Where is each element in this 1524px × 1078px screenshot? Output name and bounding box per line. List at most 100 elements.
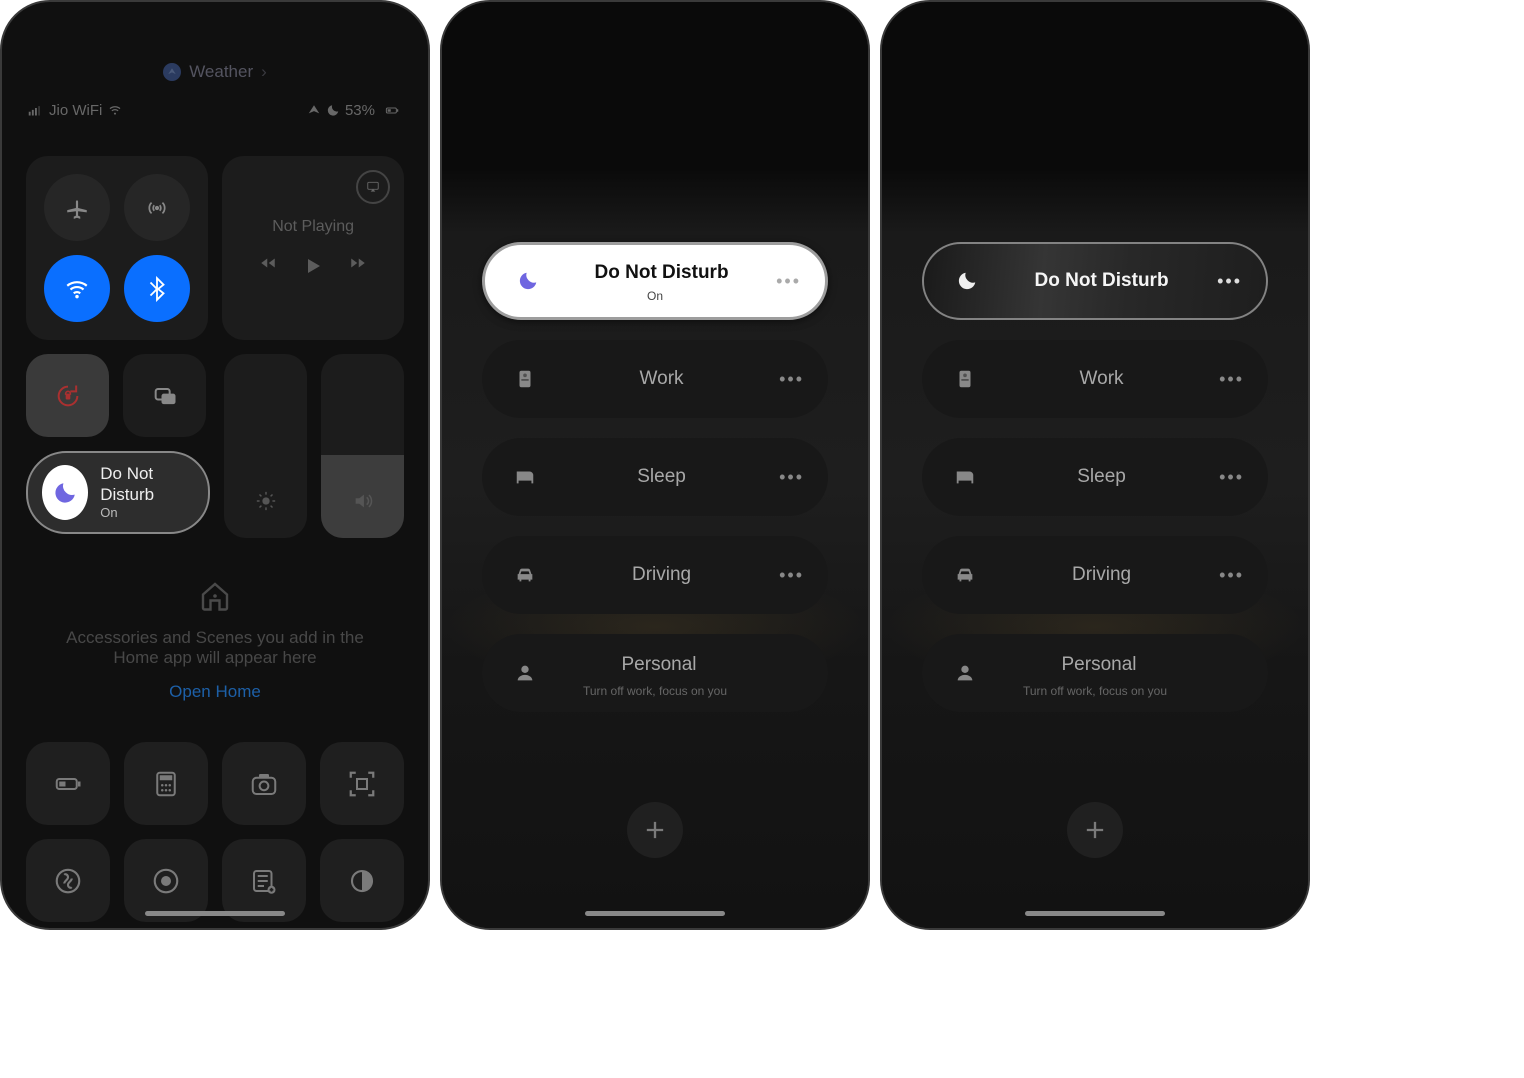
- notes-icon: [249, 866, 279, 896]
- more-options-button[interactable]: •••: [779, 467, 804, 488]
- focus-mode-dnd[interactable]: Do Not Disturb •••: [922, 242, 1268, 320]
- bluetooth-icon: [144, 276, 170, 302]
- focus-status: On: [100, 505, 194, 521]
- brightness-slider[interactable]: [224, 354, 307, 538]
- home-indicator[interactable]: [1025, 911, 1165, 916]
- calculator-button[interactable]: [124, 742, 208, 825]
- screen-record-button[interactable]: [124, 839, 208, 922]
- wifi-status-icon: [107, 103, 123, 118]
- signal-bars-icon: [26, 103, 44, 118]
- control-center-panel: Weather › Jio WiFi 53% Not Playing: [0, 0, 430, 930]
- bluetooth-toggle[interactable]: [124, 255, 190, 322]
- now-playing-label: Not Playing: [272, 218, 354, 236]
- focus-mode-sleep[interactable]: Sleep •••: [482, 438, 828, 516]
- focus-mode-label: Do Not Disturb: [547, 262, 776, 284]
- focus-mode-driving[interactable]: Driving •••: [922, 536, 1268, 614]
- focus-mode-label: Sleep: [544, 466, 779, 488]
- battery-percent: 53%: [345, 102, 375, 119]
- focus-mode-work[interactable]: Work •••: [922, 340, 1268, 418]
- badge-icon: [946, 368, 984, 390]
- more-options-button[interactable]: •••: [1219, 467, 1244, 488]
- mirror-icon: [151, 382, 179, 410]
- next-track-icon[interactable]: [349, 254, 367, 272]
- camera-button[interactable]: [222, 742, 306, 825]
- car-icon: [506, 564, 544, 586]
- more-options-button[interactable]: •••: [779, 369, 804, 390]
- airplay-icon: [366, 180, 380, 194]
- home-indicator[interactable]: [585, 911, 725, 916]
- person-icon: [946, 662, 984, 684]
- car-icon: [946, 564, 984, 586]
- add-focus-button[interactable]: [627, 802, 683, 858]
- bed-icon: [946, 466, 984, 488]
- focus-mode-label: Driving: [544, 564, 779, 586]
- connectivity-tile[interactable]: [26, 156, 208, 340]
- bed-icon: [506, 466, 544, 488]
- dark-mode-button[interactable]: [320, 839, 404, 922]
- wifi-toggle[interactable]: [44, 255, 110, 322]
- moon-icon: [948, 270, 986, 292]
- open-home-link[interactable]: Open Home: [169, 682, 261, 702]
- focus-mode-label: Do Not Disturb: [986, 270, 1217, 292]
- more-options-button[interactable]: •••: [1217, 271, 1242, 292]
- home-icon: [197, 578, 233, 614]
- focus-title: Do Not Disturb: [100, 464, 194, 505]
- breadcrumb[interactable]: Weather ›: [2, 62, 428, 82]
- shazam-button[interactable]: [26, 839, 110, 922]
- home-text-line2: Home app will appear here: [66, 648, 364, 668]
- location-status-icon: [307, 103, 321, 118]
- dark-mode-icon: [347, 866, 377, 896]
- moon-icon: [42, 465, 88, 520]
- focus-mode-label: Work: [984, 368, 1219, 390]
- focus-mode-personal[interactable]: Personal Turn off work, focus on you: [482, 634, 828, 712]
- cellular-toggle[interactable]: [124, 174, 190, 241]
- sun-icon: [255, 490, 277, 512]
- volume-slider[interactable]: [321, 354, 404, 538]
- focus-mode-label: Personal: [544, 654, 774, 676]
- focus-mode-subtitle: Turn off work, focus on you: [922, 684, 1268, 698]
- badge-icon: [506, 368, 544, 390]
- focus-mode-status: On: [485, 289, 825, 303]
- focus-mode-sleep[interactable]: Sleep •••: [922, 438, 1268, 516]
- focus-button[interactable]: Do Not Disturb On: [26, 451, 210, 534]
- carrier-label: Jio WiFi: [49, 102, 102, 119]
- breadcrumb-label: Weather: [189, 62, 253, 82]
- focus-mode-dnd[interactable]: Do Not Disturb On •••: [482, 242, 828, 320]
- focus-mode-list: Do Not Disturb ••• Work ••• Sleep ••• Dr…: [922, 242, 1268, 712]
- now-playing-tile[interactable]: Not Playing: [222, 156, 404, 340]
- focus-modes-panel-on: Do Not Disturb On ••• Work ••• Sleep •••…: [440, 0, 870, 930]
- notes-button[interactable]: [222, 839, 306, 922]
- antenna-icon: [144, 195, 170, 221]
- low-power-button[interactable]: [26, 742, 110, 825]
- status-bar: Jio WiFi 53%: [26, 102, 404, 119]
- plus-icon: [1081, 816, 1109, 844]
- more-options-button[interactable]: •••: [779, 565, 804, 586]
- previous-track-icon[interactable]: [259, 254, 277, 272]
- speaker-icon: [352, 490, 374, 512]
- dnd-status-icon: [326, 103, 340, 118]
- focus-mode-label: Sleep: [984, 466, 1219, 488]
- quick-tiles-grid: [26, 742, 404, 922]
- focus-modes-panel-off: Do Not Disturb ••• Work ••• Sleep ••• Dr…: [880, 0, 1310, 930]
- more-options-button[interactable]: •••: [1219, 565, 1244, 586]
- airplane-toggle[interactable]: [44, 174, 110, 241]
- battery-icon: [380, 103, 404, 118]
- focus-mode-work[interactable]: Work •••: [482, 340, 828, 418]
- screen-mirroring-button[interactable]: [123, 354, 206, 437]
- qr-scanner-button[interactable]: [320, 742, 404, 825]
- home-indicator[interactable]: [145, 911, 285, 916]
- add-focus-button[interactable]: [1067, 802, 1123, 858]
- calculator-icon: [151, 769, 181, 799]
- plus-icon: [641, 816, 669, 844]
- airplay-button[interactable]: [356, 170, 390, 204]
- qr-scanner-icon: [347, 769, 377, 799]
- focus-mode-label: Driving: [984, 564, 1219, 586]
- low-power-icon: [53, 769, 83, 799]
- lock-rotation-icon: [54, 382, 82, 410]
- focus-mode-personal[interactable]: Personal Turn off work, focus on you: [922, 634, 1268, 712]
- orientation-lock-toggle[interactable]: [26, 354, 109, 437]
- more-options-button[interactable]: •••: [1219, 369, 1244, 390]
- camera-icon: [249, 769, 279, 799]
- focus-mode-driving[interactable]: Driving •••: [482, 536, 828, 614]
- play-icon[interactable]: [301, 254, 325, 278]
